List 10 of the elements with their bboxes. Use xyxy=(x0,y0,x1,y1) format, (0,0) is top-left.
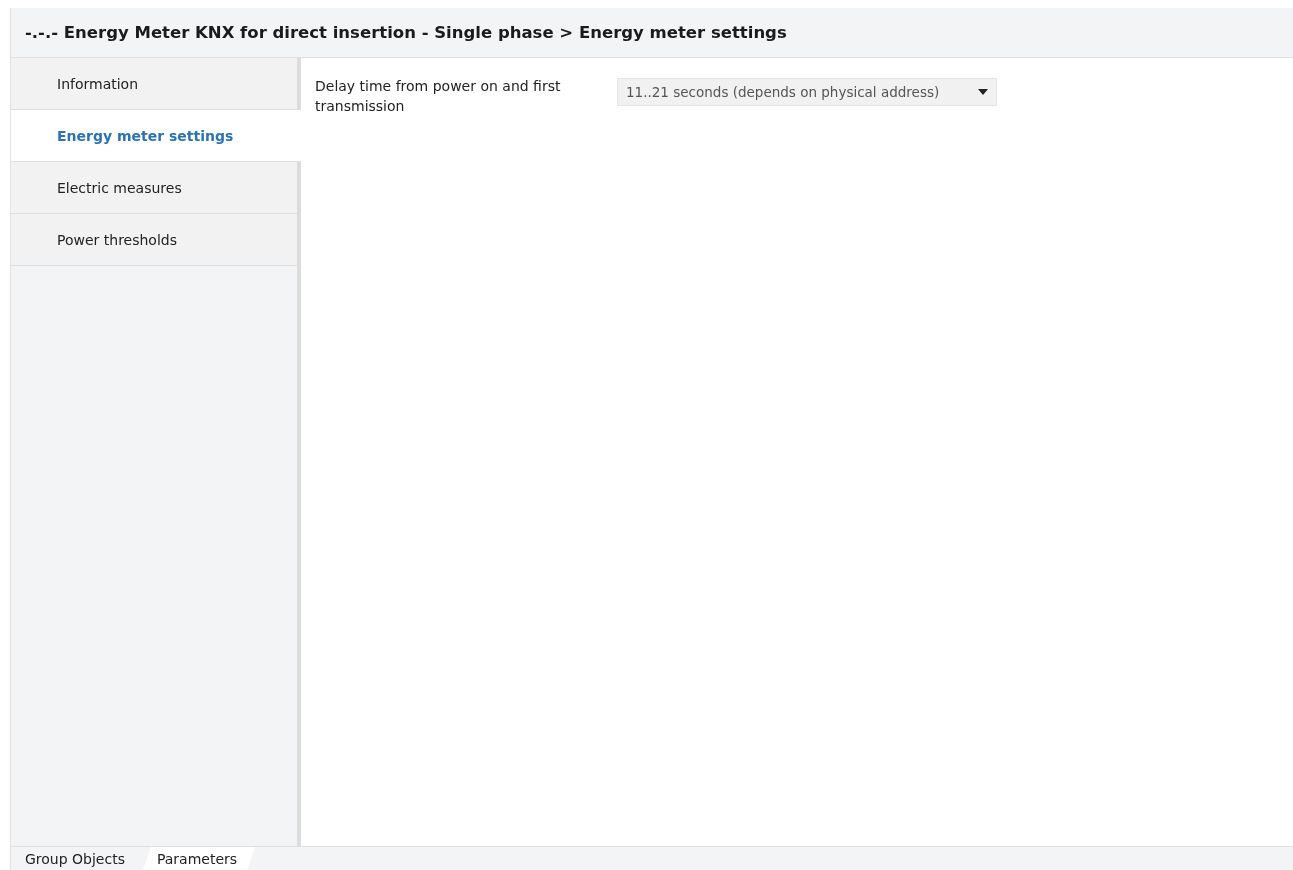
sidebar-item[interactable]: Power thresholds xyxy=(11,214,297,266)
caret-icon xyxy=(978,89,988,95)
tab[interactable]: Parameters xyxy=(142,847,256,870)
sidebar-item[interactable]: Energy meter settings xyxy=(11,110,301,162)
tab[interactable]: Group Objects xyxy=(11,847,143,870)
parameter-label: Delay time from power on and first transmission xyxy=(315,77,562,116)
sidebar-item[interactable]: Information xyxy=(11,58,297,110)
page-title: -.-.- Energy Meter KNX for direct insertion - Single phase > Energy meter settings xyxy=(25,23,787,42)
dropdown[interactable]: 11..21 seconds (depends on physical address) xyxy=(617,78,997,106)
sidebar-item[interactable]: Electric measures xyxy=(11,162,297,214)
